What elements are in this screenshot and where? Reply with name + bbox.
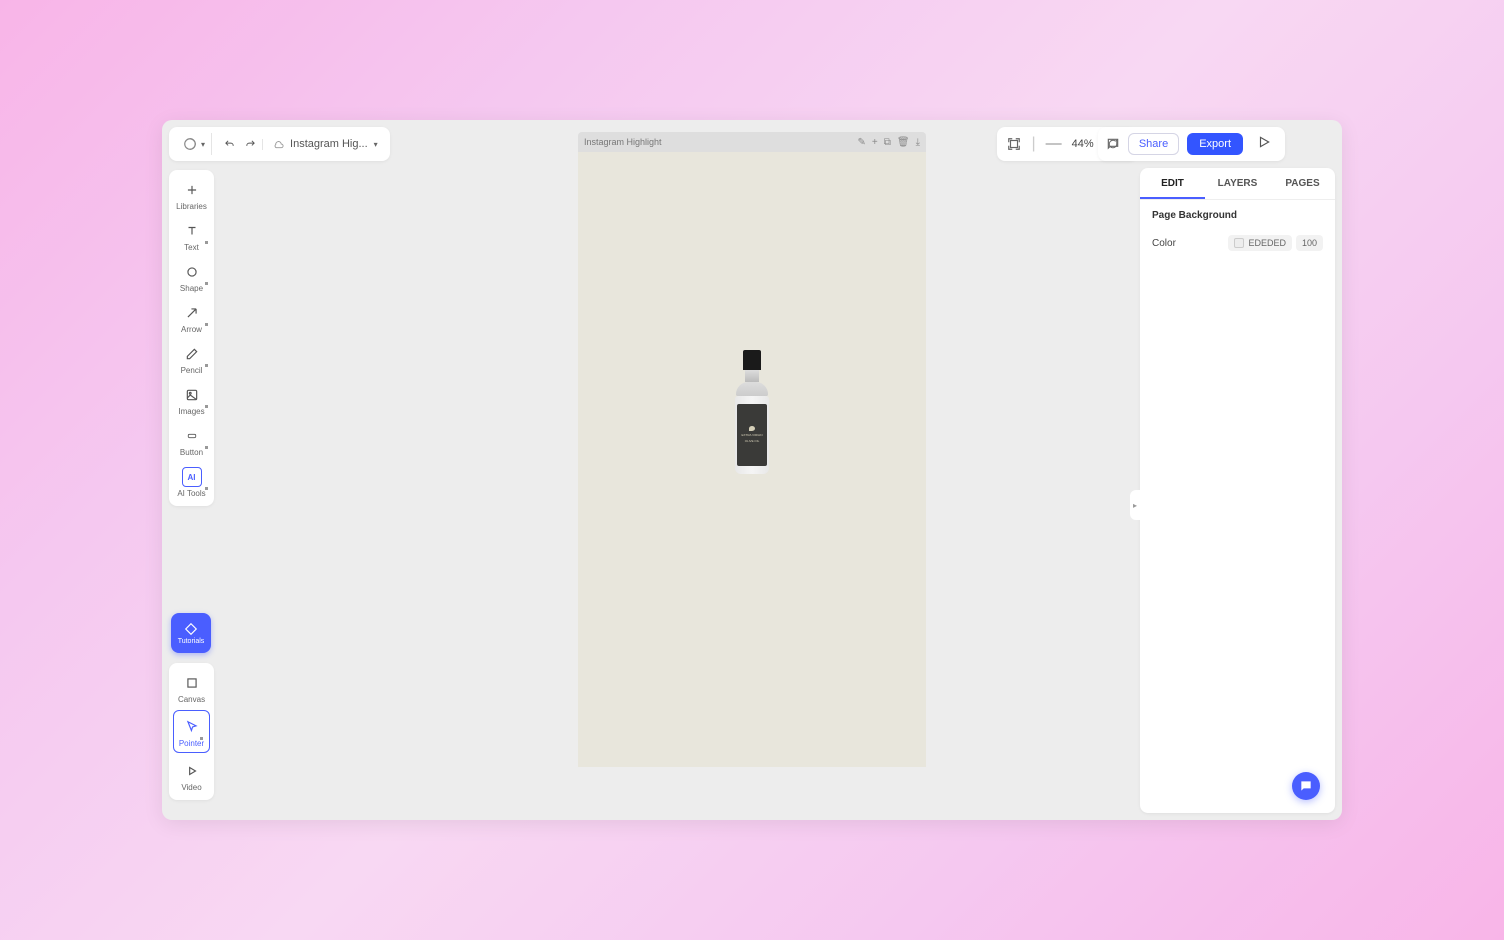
tutorials-button[interactable]: Tutorials — [171, 613, 211, 653]
undo-redo-group — [218, 139, 263, 150]
chevron-down-icon: ▾ — [374, 140, 378, 149]
panel-collapse-toggle[interactable]: ▸ — [1130, 490, 1140, 520]
plus-icon — [182, 180, 202, 200]
tool-pencil[interactable]: Pencil — [169, 338, 214, 379]
section-title: Page Background — [1152, 210, 1323, 221]
image-icon — [182, 385, 202, 405]
tab-layers[interactable]: LAYERS — [1205, 168, 1270, 199]
zoom-out-icon[interactable]: — — [1046, 135, 1062, 153]
color-row: Color EDEDED 100 — [1152, 235, 1323, 251]
chevron-down-icon: ▾ — [201, 140, 205, 149]
canvas-body[interactable]: EXTRA VIRGIN OLIVE OIL — [578, 152, 926, 767]
tool-pointer[interactable]: Pointer — [173, 710, 210, 753]
delete-icon[interactable]: 🗑 — [897, 137, 910, 148]
tool-arrow[interactable]: Arrow — [169, 297, 214, 338]
tab-edit[interactable]: EDIT — [1140, 168, 1205, 199]
add-icon[interactable]: + — [872, 137, 878, 148]
tool-shape[interactable]: Shape — [169, 256, 214, 297]
canvas-area: Instagram Highlight ✎ + ⧉ 🗑 ⤓ EXTRA VIRG… — [578, 132, 926, 767]
product-bottle-image[interactable]: EXTRA VIRGIN OLIVE OIL — [733, 350, 771, 480]
ai-icon: AI — [182, 467, 202, 487]
frame-icon[interactable] — [1007, 137, 1021, 151]
undo-icon[interactable] — [224, 139, 235, 150]
left-toolbar-bottom: Canvas Pointer Video — [169, 663, 214, 800]
comment-icon[interactable] — [1106, 137, 1120, 151]
tab-pages[interactable]: PAGES — [1270, 168, 1335, 199]
logo-icon — [183, 137, 197, 151]
copy-icon[interactable]: ⧉ — [884, 137, 891, 148]
chat-icon — [1299, 779, 1313, 793]
tool-canvas[interactable]: Canvas — [169, 667, 214, 708]
tool-ai-tools[interactable]: AI AI Tools — [169, 461, 214, 502]
play-icon — [1257, 135, 1271, 149]
document-name-dropdown[interactable]: Instagram Hig... ▾ — [269, 138, 382, 150]
canvas-header: Instagram Highlight ✎ + ⧉ 🗑 ⤓ — [578, 132, 926, 152]
panel-tabs: EDIT LAYERS PAGES — [1140, 168, 1335, 200]
right-panel: EDIT LAYERS PAGES Page Background Color … — [1140, 168, 1335, 813]
tool-images[interactable]: Images — [169, 379, 214, 420]
circle-icon — [182, 262, 202, 282]
canvas-header-actions: ✎ + ⧉ 🗑 ⤓ — [858, 137, 921, 148]
zoom-value[interactable]: 44% — [1072, 138, 1094, 150]
top-left-bar: ▾ Instagram Hig... ▾ — [169, 127, 390, 161]
download-icon[interactable]: ⤓ — [916, 137, 920, 148]
export-button[interactable]: Export — [1187, 133, 1243, 155]
edit-icon[interactable]: ✎ — [858, 137, 866, 148]
redo-icon[interactable] — [245, 139, 256, 150]
app-frame: ▾ Instagram Hig... ▾ Libraries Text Shap… — [162, 120, 1342, 820]
pencil-icon — [182, 344, 202, 364]
color-swatch-icon — [1234, 238, 1244, 248]
opacity-input[interactable]: 100 — [1296, 235, 1323, 251]
text-icon — [182, 221, 202, 241]
video-icon — [182, 761, 202, 781]
color-hex-input[interactable]: EDEDED — [1228, 235, 1292, 251]
cloud-icon — [273, 139, 284, 150]
tool-video[interactable]: Video — [169, 755, 214, 796]
button-icon — [182, 426, 202, 446]
left-toolbar: Libraries Text Shape Arrow Pencil Images — [169, 170, 214, 506]
tool-button[interactable]: Button — [169, 420, 214, 461]
color-controls: EDEDED 100 — [1228, 235, 1323, 251]
panel-section-background: Page Background Color EDEDED 100 — [1140, 200, 1335, 261]
top-right-actions: Share Export — [1098, 127, 1285, 161]
tool-text[interactable]: Text — [169, 215, 214, 256]
chat-help-button[interactable] — [1292, 772, 1320, 800]
document-name-text: Instagram Hig... — [290, 138, 368, 150]
canvas-icon — [182, 673, 202, 693]
share-button[interactable]: Share — [1128, 133, 1179, 155]
logo-menu-button[interactable]: ▾ — [177, 133, 212, 155]
canvas-title: Instagram Highlight — [584, 137, 662, 147]
tool-libraries[interactable]: Libraries — [169, 174, 214, 215]
pointer-icon — [182, 717, 202, 737]
play-button[interactable] — [1251, 131, 1277, 158]
diamond-icon — [183, 622, 199, 636]
color-label: Color — [1152, 238, 1176, 249]
arrow-icon — [182, 303, 202, 323]
